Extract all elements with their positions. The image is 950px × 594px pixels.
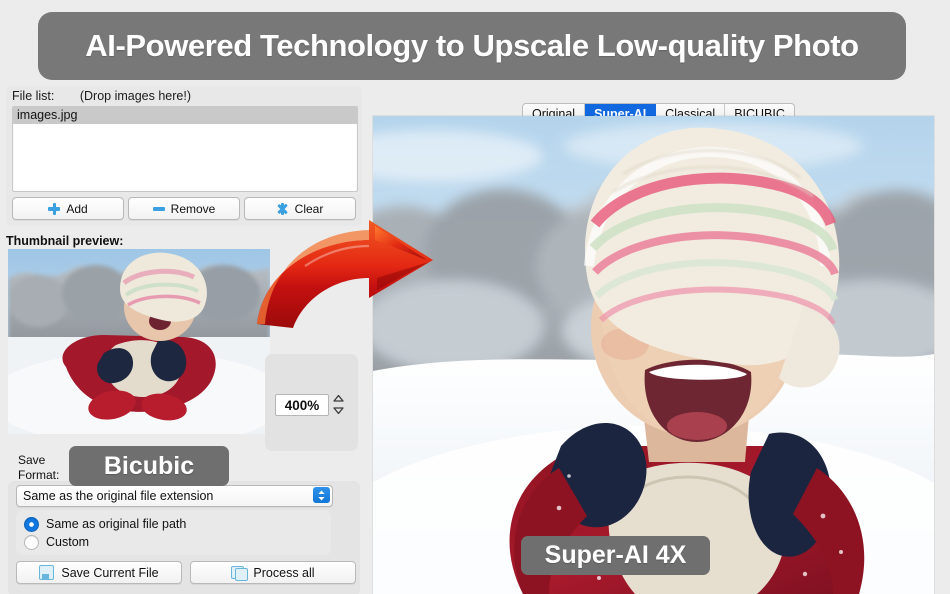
bicubic-overlay-chip: Bicubic <box>69 446 229 486</box>
clear-button-label: Clear <box>294 201 324 216</box>
add-button-label: Add <box>66 201 88 216</box>
save-path-radio-group: Same as original file path Custom <box>16 510 331 555</box>
clear-button[interactable]: Clear <box>244 197 356 220</box>
save-current-file-button[interactable]: Save Current File <box>16 561 182 584</box>
app-window: AI-Powered Technology to Upscale Low-qua… <box>0 0 950 594</box>
radio-label-same-path: Same as original file path <box>46 517 187 531</box>
thumbnail-preview-label: Thumbnail preview: <box>6 234 124 248</box>
process-all-label: Process all <box>253 565 315 580</box>
radio-icon-unselected[interactable] <box>24 534 39 550</box>
main-preview-image[interactable] <box>373 116 934 594</box>
save-section-label: Save <box>18 453 46 467</box>
format-label: Format: <box>18 468 60 482</box>
scale-stepper[interactable] <box>331 392 345 416</box>
chevron-up-down-icon[interactable] <box>313 487 330 503</box>
radio-label-custom: Custom <box>46 535 90 549</box>
save-action-row: Save Current File Process all <box>16 561 356 584</box>
file-list-label-row: File list: (Drop images here!) <box>12 89 191 103</box>
thumbnail-photo <box>8 249 270 434</box>
file-list-panel: File list: (Drop images here!) images.jp… <box>6 86 362 226</box>
format-select-value: Same as the original file extension <box>23 489 214 503</box>
scale-input[interactable]: 400% <box>275 394 329 416</box>
stepper-down-icon[interactable] <box>332 406 344 414</box>
save-all-disk-icon <box>231 566 249 581</box>
radio-option-custom[interactable]: Custom <box>24 533 89 551</box>
file-list-button-row: Add Remove Clear <box>12 197 356 220</box>
drop-hint: (Drop images here!) <box>79 89 192 103</box>
file-listbox[interactable]: images.jpg <box>12 106 358 192</box>
super-ai-overlay-chip: Super-AI 4X <box>521 536 710 575</box>
save-panel: Same as the original file extension Same… <box>8 481 360 594</box>
add-button[interactable]: Add <box>12 197 124 220</box>
minus-icon <box>152 206 165 211</box>
promo-banner: AI-Powered Technology to Upscale Low-qua… <box>38 12 906 80</box>
radio-option-same-path[interactable]: Same as original file path <box>24 515 186 533</box>
super-ai-overlay-label: Super-AI 4X <box>544 541 687 569</box>
scale-panel: 400% <box>265 354 358 451</box>
thumbnail-preview-image[interactable] <box>8 249 270 434</box>
save-current-file-label: Save Current File <box>61 565 159 580</box>
format-select[interactable]: Same as the original file extension <box>16 485 333 507</box>
clear-star-icon <box>277 202 289 215</box>
list-item[interactable]: images.jpg <box>13 107 357 124</box>
plus-icon <box>48 202 61 215</box>
stepper-up-icon[interactable] <box>332 394 344 402</box>
remove-button-label: Remove <box>170 201 216 216</box>
radio-icon-selected[interactable] <box>24 516 39 532</box>
main-preview-photo <box>373 116 934 594</box>
banner-title: AI-Powered Technology to Upscale Low-qua… <box>85 28 859 63</box>
remove-button[interactable]: Remove <box>128 197 240 220</box>
save-disk-icon <box>39 565 55 580</box>
bicubic-overlay-label: Bicubic <box>103 451 195 480</box>
process-all-button[interactable]: Process all <box>190 561 356 584</box>
file-list-label: File list: <box>12 89 55 103</box>
left-control-column: File list: (Drop images here!) images.jp… <box>0 86 368 594</box>
